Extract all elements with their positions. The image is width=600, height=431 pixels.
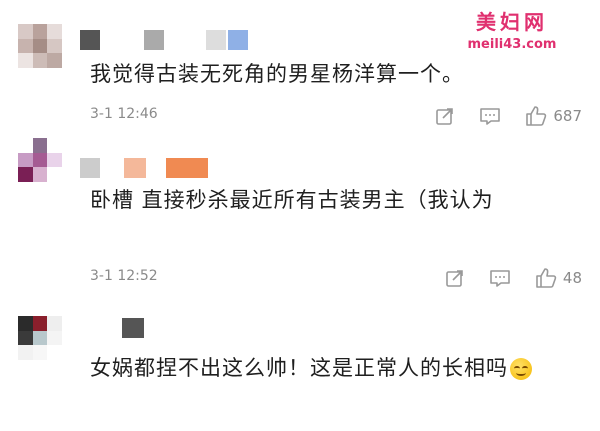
username-pixel-block <box>144 30 164 50</box>
avatar-pixel <box>32 152 48 168</box>
share-button[interactable] <box>435 106 455 126</box>
avatar-pixel <box>18 53 33 68</box>
comment-text: 我觉得古装无死角的男星杨洋算一个。 <box>90 62 464 86</box>
comment-meta: 3-1 12:46 687 <box>90 104 582 128</box>
username-pixel-block <box>122 318 144 338</box>
comment-time: 3-1 12:52 <box>90 268 158 284</box>
avatar-pixel <box>32 53 48 68</box>
site-watermark: 美妇网 meili43.com <box>442 6 582 56</box>
avatar-pixel <box>47 316 62 331</box>
comment-icon <box>480 108 501 125</box>
share-icon <box>446 270 463 287</box>
comment-text-body: 女娲都捏不出这么帅！这是正常人的长相吗 <box>90 356 508 380</box>
avatar-pixel <box>32 330 48 346</box>
avatar-pixel <box>18 152 33 168</box>
avatar[interactable] <box>18 24 62 68</box>
comment-text: 女娲都捏不出这么帅！这是正常人的长相吗 <box>90 346 580 390</box>
avatar-pixel <box>32 316 48 331</box>
avatar-pixel <box>32 24 48 39</box>
avatar-pixel <box>47 24 62 39</box>
username-pixel-block <box>166 158 208 178</box>
username-pixel-block <box>80 30 100 50</box>
like-count: 48 <box>562 269 582 287</box>
comment-text: 卧槽 直接秒杀最近所有古装男主（我认为 <box>90 188 494 212</box>
thumbs-up-icon <box>526 106 547 126</box>
thumbs-up-icon <box>536 268 557 288</box>
avatar-pixel <box>18 38 33 54</box>
comment-time: 3-1 12:46 <box>90 106 158 122</box>
avatar-pixel <box>18 330 33 346</box>
username-pixel-block <box>124 158 146 178</box>
like-button[interactable]: 48 <box>535 267 582 289</box>
watermark-title: 美妇网 <box>476 10 548 34</box>
username-pixel-block <box>206 30 226 50</box>
username-pixel-block <box>80 158 100 178</box>
avatar-pixel <box>32 138 48 153</box>
share-button[interactable] <box>445 268 465 288</box>
avatar-pixel <box>32 345 48 360</box>
avatar-pixel <box>47 152 62 168</box>
comment-icon <box>490 270 510 287</box>
avatar-pixel <box>18 345 33 360</box>
username-pixel-block <box>228 30 248 50</box>
avatar-pixel <box>32 38 48 54</box>
avatar-pixel <box>47 330 62 346</box>
avatar-pixel <box>47 53 62 68</box>
avatar-pixel <box>47 345 62 360</box>
share-icon <box>436 108 454 125</box>
like-count: 687 <box>553 107 582 125</box>
smirk-emoji-icon <box>510 358 532 380</box>
avatar[interactable] <box>18 138 62 182</box>
avatar[interactable] <box>18 316 62 360</box>
avatar-pixel <box>47 167 62 182</box>
avatar-pixel <box>18 167 33 182</box>
like-button[interactable]: 687 <box>525 105 582 127</box>
comment-actions: 48 <box>421 266 582 290</box>
comment-meta: 3-1 12:52 48 <box>90 266 582 290</box>
avatar-pixel <box>18 138 33 153</box>
avatar-pixel <box>18 24 33 39</box>
avatar-pixel <box>47 138 62 153</box>
avatar-pixel <box>32 167 48 182</box>
avatar-pixel <box>18 316 33 331</box>
avatar-pixel <box>47 38 62 54</box>
comment-button[interactable] <box>479 106 501 126</box>
watermark-url: meili43.com <box>467 37 557 52</box>
comment-button[interactable] <box>489 268 511 288</box>
comment-actions: 687 <box>411 104 582 128</box>
